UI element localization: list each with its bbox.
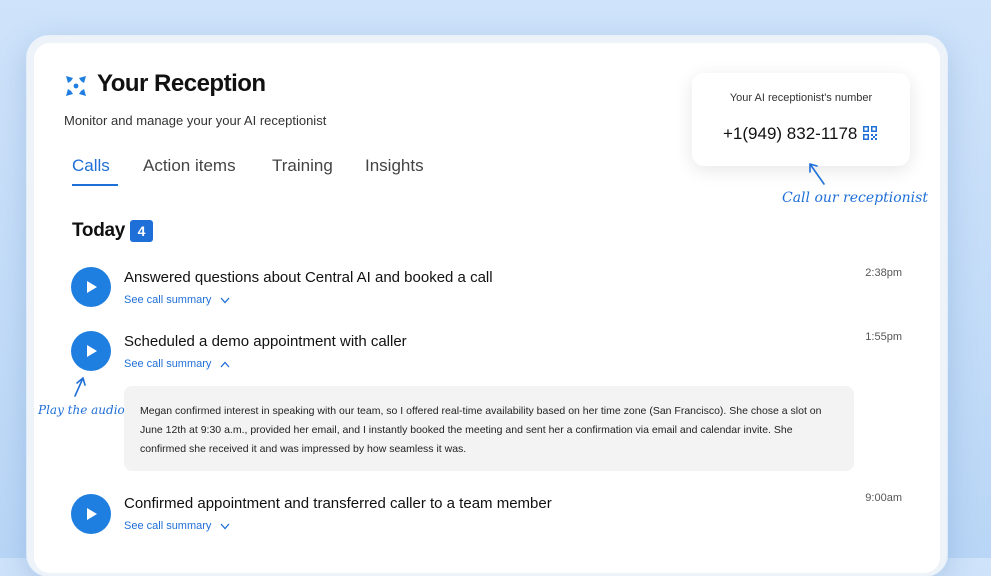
see-summary-link[interactable]: See call summary — [124, 294, 230, 306]
play-button[interactable] — [71, 331, 111, 371]
call-time: 1:55pm — [865, 331, 902, 343]
see-summary-label: See call summary — [124, 294, 212, 306]
chevron-up-icon — [220, 361, 230, 368]
play-button[interactable] — [71, 267, 111, 307]
tab-insights[interactable]: Insights — [365, 156, 424, 184]
tab-action-items[interactable]: Action items — [143, 156, 236, 184]
call-time: 9:00am — [865, 492, 902, 504]
see-summary-label: See call summary — [124, 520, 212, 532]
tab-training[interactable]: Training — [272, 156, 333, 184]
page-subtitle: Monitor and manage your your AI receptio… — [64, 113, 327, 128]
chevron-down-icon — [220, 297, 230, 304]
call-time: 2:38pm — [865, 267, 902, 279]
play-icon — [87, 281, 97, 293]
receptionist-number-card: Your AI receptionist's number +1(949) 83… — [692, 73, 910, 166]
arrow-icon — [809, 163, 825, 185]
section-title: Today — [72, 220, 126, 241]
receptionist-number[interactable]: +1(949) 832-1178 — [723, 124, 857, 144]
arrow-icon — [74, 377, 86, 397]
call-summary-panel: Megan confirmed interest in speaking wit… — [124, 386, 854, 471]
call-summary-text: Megan confirmed interest in speaking wit… — [140, 405, 822, 455]
logo-icon — [66, 76, 86, 96]
tab-calls[interactable]: Calls — [72, 156, 118, 186]
see-summary-label: See call summary — [124, 358, 212, 370]
play-audio-annotation: Play the audio — [38, 403, 125, 417]
qr-code-icon[interactable] — [863, 126, 877, 140]
count-badge: 4 — [130, 220, 153, 242]
page-title: Your Reception — [97, 70, 266, 97]
receptionist-number-label: Your AI receptionist's number — [729, 92, 873, 104]
play-button[interactable] — [71, 494, 111, 534]
see-summary-link[interactable]: See call summary — [124, 520, 230, 532]
chevron-down-icon — [220, 523, 230, 530]
play-icon — [87, 508, 97, 520]
call-title: Confirmed appointment and transferred ca… — [124, 495, 552, 512]
call-title: Answered questions about Central AI and … — [124, 269, 493, 286]
call-title: Scheduled a demo appointment with caller — [124, 333, 407, 350]
play-icon — [87, 345, 97, 357]
see-summary-link[interactable]: See call summary — [124, 358, 230, 370]
call-receptionist-annotation: Call our receptionist — [782, 190, 928, 206]
